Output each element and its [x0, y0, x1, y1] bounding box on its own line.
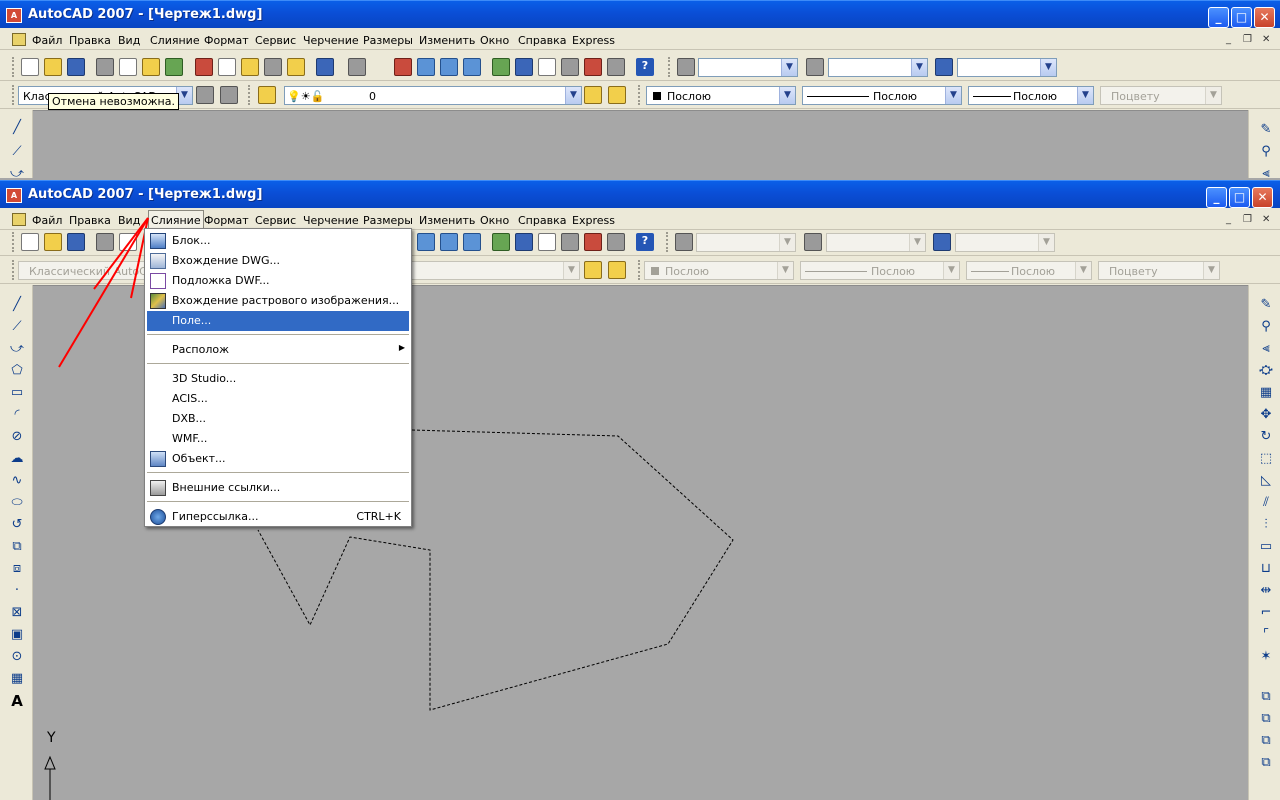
insert-menu-dropdown: Блок... Вхождение DWG... Подложка DWF...… — [144, 228, 412, 527]
menu-item-label: 3D Studio... — [172, 372, 237, 385]
menu-item-label: Объект... — [172, 452, 226, 465]
menu-item-wmf[interactable]: WMF... — [147, 429, 409, 449]
raster-image-icon — [150, 293, 166, 309]
menu-item-field[interactable]: Поле... — [147, 311, 409, 331]
menu-item-block[interactable]: Блок... — [147, 231, 409, 251]
menu-item-dwf-underlay[interactable]: Подложка DWF... — [147, 271, 409, 291]
menu-item-raster-image[interactable]: Вхождение растрового изображения... — [147, 291, 409, 311]
menu-separator — [147, 334, 409, 335]
menu-item-layout[interactable]: Располож ▶ — [147, 340, 409, 360]
arrow-shaft — [58, 217, 149, 368]
submenu-arrow-icon: ▶ — [398, 343, 405, 352]
block-icon — [150, 233, 166, 249]
menu-item-label: Располож — [172, 343, 230, 356]
hyperlink-icon — [150, 509, 166, 525]
menu-item-dxb[interactable]: DXB... — [147, 409, 409, 429]
menu-item-label: Гиперссылка... — [172, 510, 259, 523]
menu-item-label: Вхождение DWG... — [172, 254, 281, 267]
ole-object-icon — [150, 451, 166, 467]
menu-item-label: Блок... — [172, 234, 211, 247]
menu-separator — [147, 363, 409, 364]
menu-item-ole-object[interactable]: Объект... — [147, 449, 409, 469]
menu-item-label: DXB... — [172, 412, 207, 425]
menu-item-external-references[interactable]: Внешние ссылки... — [147, 478, 409, 498]
menu-item-hyperlink[interactable]: Гиперссылка... CTRL+K — [147, 507, 409, 527]
menu-separator — [147, 472, 409, 473]
menu-item-3d-studio[interactable]: 3D Studio... — [147, 369, 409, 389]
menu-item-shortcut: CTRL+K — [356, 510, 401, 523]
xref-icon — [150, 480, 166, 496]
dwg-reference-icon — [150, 253, 166, 269]
menu-item-label: Внешние ссылки... — [172, 481, 281, 494]
menu-item-label: Поле... — [172, 314, 212, 327]
menu-item-label: Вхождение растрового изображения... — [172, 294, 400, 307]
menu-item-dwg-reference[interactable]: Вхождение DWG... — [147, 251, 409, 271]
ucs-icon: Y — [44, 730, 56, 800]
ucs-y-arrowhead — [44, 755, 56, 770]
dwf-underlay-icon — [150, 273, 166, 289]
menu-item-label: ACIS... — [172, 392, 208, 405]
menu-separator — [147, 501, 409, 502]
ucs-y-label: Y — [46, 730, 56, 746]
menu-item-label: WMF... — [172, 432, 208, 445]
menu-item-label: Подложка DWF... — [172, 274, 270, 287]
menu-item-acis[interactable]: ACIS... — [147, 389, 409, 409]
arrow-head — [93, 217, 149, 299]
